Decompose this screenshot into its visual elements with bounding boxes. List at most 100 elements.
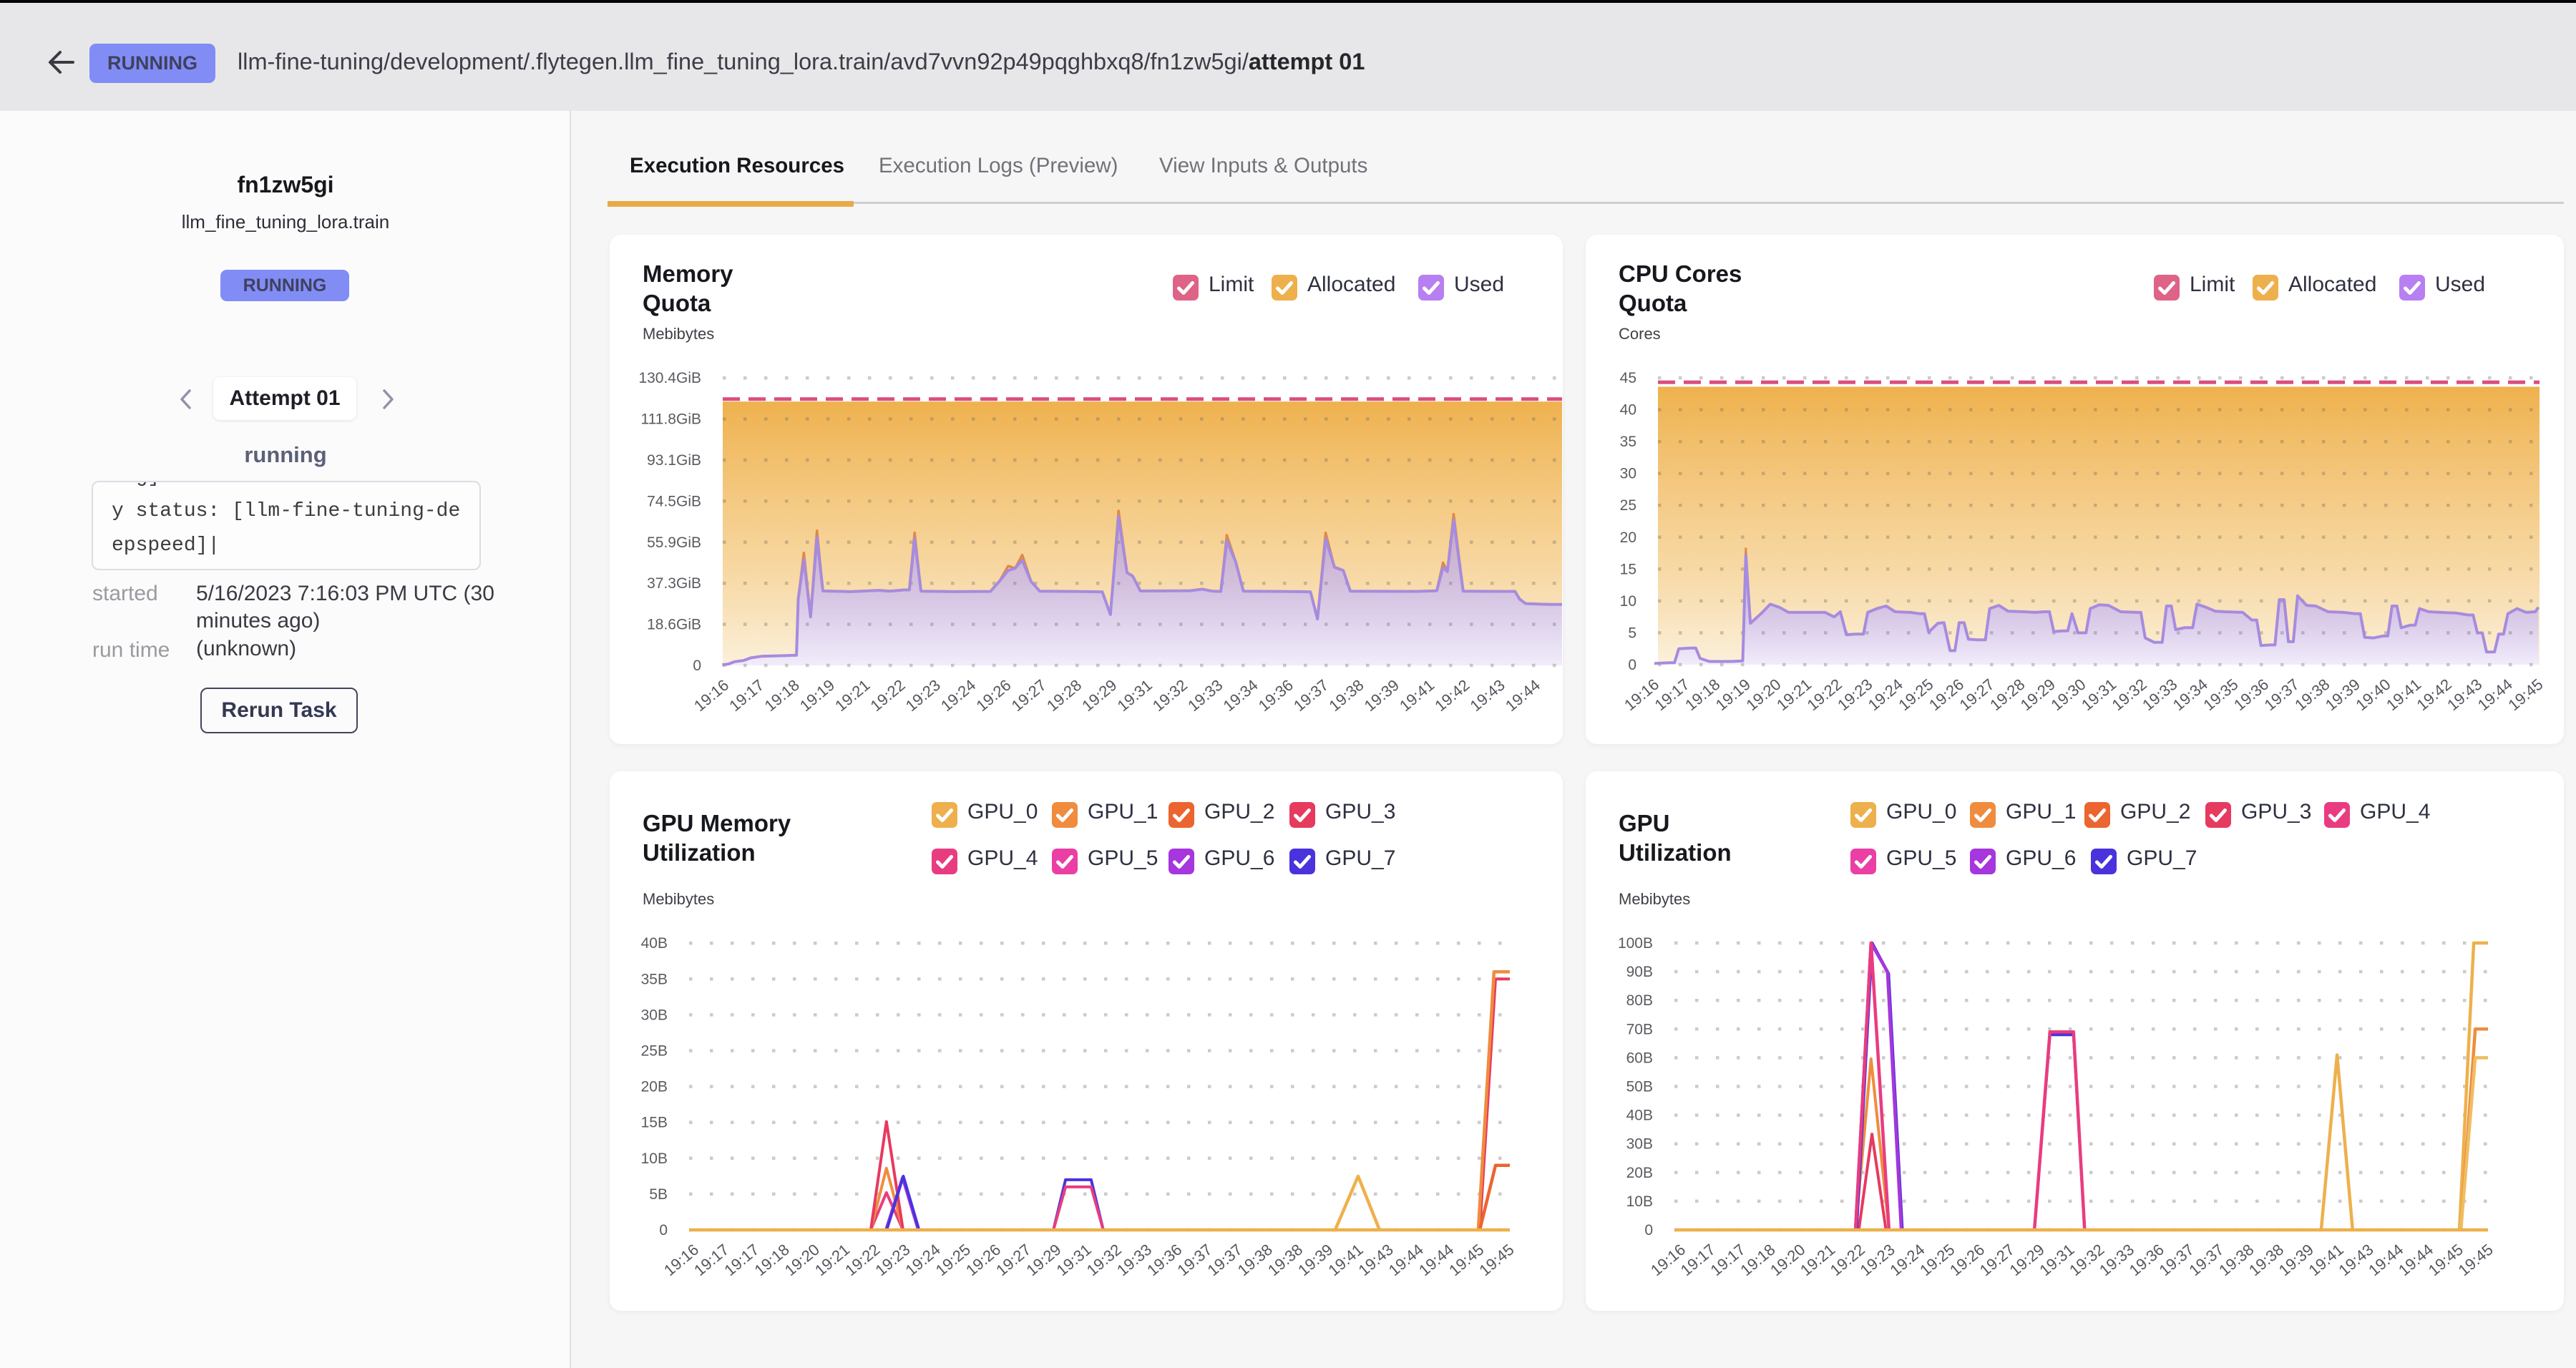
svg-text:19:27: 19:27	[1976, 1241, 2018, 1280]
svg-text:19:23: 19:23	[902, 676, 944, 715]
svg-text:19:20: 19:20	[1767, 1241, 1808, 1280]
svg-text:19:23: 19:23	[1857, 1241, 1898, 1280]
svg-text:19:43: 19:43	[2444, 675, 2485, 715]
svg-text:40B: 40B	[1626, 1108, 1653, 1124]
svg-text:60B: 60B	[1626, 1050, 1653, 1066]
svg-text:5: 5	[1628, 625, 1636, 642]
svg-text:19:26: 19:26	[962, 1241, 1004, 1280]
svg-text:19:28: 19:28	[1043, 676, 1085, 715]
svg-text:19:31: 19:31	[1114, 676, 1156, 715]
svg-text:19:18: 19:18	[1682, 675, 1723, 715]
svg-text:10B: 10B	[641, 1150, 668, 1167]
svg-text:19:16: 19:16	[1647, 1241, 1689, 1280]
svg-text:19:33: 19:33	[2139, 675, 2180, 715]
svg-text:19:21: 19:21	[1773, 675, 1815, 715]
svg-text:19:34: 19:34	[1219, 676, 1261, 715]
svg-text:19:33: 19:33	[1184, 676, 1226, 715]
svg-text:19:44: 19:44	[1385, 1241, 1427, 1280]
svg-text:10B: 10B	[1626, 1193, 1653, 1210]
svg-text:19:17: 19:17	[1677, 1241, 1719, 1280]
svg-text:19:17: 19:17	[726, 676, 767, 715]
svg-text:19:39: 19:39	[2275, 1241, 2317, 1280]
svg-text:10: 10	[1620, 593, 1636, 610]
svg-text:19:21: 19:21	[1797, 1241, 1838, 1280]
svg-text:19:21: 19:21	[831, 676, 873, 715]
svg-text:19:36: 19:36	[1143, 1241, 1185, 1280]
svg-text:19:24: 19:24	[1865, 675, 1906, 715]
svg-text:19:17: 19:17	[721, 1241, 762, 1280]
svg-text:19:25: 19:25	[1916, 1241, 1958, 1280]
svg-text:19:37: 19:37	[2261, 675, 2303, 715]
svg-text:19:38: 19:38	[1264, 1241, 1306, 1280]
svg-text:19:37: 19:37	[1174, 1241, 1215, 1280]
svg-text:19:45: 19:45	[1445, 1241, 1487, 1280]
svg-text:19:37: 19:37	[2185, 1241, 2227, 1280]
svg-text:19:44: 19:44	[2474, 675, 2516, 715]
svg-text:19:31: 19:31	[2078, 675, 2119, 715]
svg-text:19:25: 19:25	[932, 1241, 974, 1280]
svg-text:19:27: 19:27	[1008, 676, 1050, 715]
svg-text:19:41: 19:41	[2383, 675, 2424, 715]
svg-text:50B: 50B	[1626, 1079, 1653, 1095]
svg-text:19:36: 19:36	[2230, 675, 2272, 715]
svg-text:93.1GiB: 93.1GiB	[647, 452, 701, 469]
svg-text:19:39: 19:39	[1361, 676, 1402, 715]
svg-text:19:33: 19:33	[2096, 1241, 2137, 1280]
svg-text:19:25: 19:25	[1895, 675, 1936, 715]
svg-text:19:22: 19:22	[1804, 675, 1845, 715]
svg-text:0: 0	[1628, 657, 1636, 673]
svg-text:19:30: 19:30	[2047, 675, 2089, 715]
svg-text:19:18: 19:18	[761, 676, 803, 715]
svg-text:19:38: 19:38	[1325, 676, 1367, 715]
svg-text:30B: 30B	[641, 1007, 668, 1023]
svg-text:19:24: 19:24	[902, 1241, 944, 1280]
svg-text:19:22: 19:22	[841, 1241, 883, 1280]
svg-text:35B: 35B	[641, 971, 668, 987]
svg-text:40B: 40B	[641, 935, 668, 952]
svg-text:19:45: 19:45	[2425, 1241, 2467, 1280]
svg-text:19:20: 19:20	[781, 1241, 823, 1280]
svg-text:19:44: 19:44	[1415, 1241, 1457, 1280]
svg-text:19:42: 19:42	[1431, 676, 1473, 715]
svg-text:19:44: 19:44	[2395, 1241, 2436, 1280]
svg-text:19:17: 19:17	[691, 1241, 732, 1280]
svg-text:19:45: 19:45	[2455, 1241, 2497, 1280]
svg-text:19:37: 19:37	[1290, 676, 1332, 715]
svg-text:19:38: 19:38	[1234, 1241, 1276, 1280]
svg-text:19:41: 19:41	[1324, 1241, 1366, 1280]
svg-text:19:31: 19:31	[1053, 1241, 1095, 1280]
svg-text:20B: 20B	[1626, 1165, 1653, 1181]
svg-text:5B: 5B	[649, 1186, 668, 1203]
svg-text:0: 0	[1644, 1222, 1653, 1238]
svg-text:19:19: 19:19	[1712, 675, 1754, 715]
svg-text:19:17: 19:17	[1652, 675, 1693, 715]
svg-text:20: 20	[1620, 529, 1636, 546]
svg-text:45: 45	[1620, 370, 1636, 386]
svg-text:19:34: 19:34	[2170, 675, 2211, 715]
svg-text:19:24: 19:24	[1886, 1241, 1928, 1280]
svg-text:19:21: 19:21	[811, 1241, 853, 1280]
svg-text:19:43: 19:43	[1467, 676, 1508, 715]
svg-text:19:37: 19:37	[2156, 1241, 2197, 1280]
svg-text:19:38: 19:38	[2291, 675, 2333, 715]
svg-text:80B: 80B	[1626, 992, 1653, 1009]
svg-text:19:41: 19:41	[2306, 1241, 2347, 1280]
svg-text:19:36: 19:36	[1255, 676, 1297, 715]
svg-text:19:16: 19:16	[1621, 675, 1662, 715]
svg-text:55.9GiB: 55.9GiB	[647, 534, 701, 551]
svg-text:90B: 90B	[1626, 964, 1653, 980]
svg-text:19:26: 19:26	[1926, 675, 1967, 715]
svg-text:19:31: 19:31	[2036, 1241, 2077, 1280]
svg-text:19:17: 19:17	[1707, 1241, 1749, 1280]
svg-text:19:28: 19:28	[1986, 675, 2028, 715]
svg-text:74.5GiB: 74.5GiB	[647, 493, 701, 509]
svg-text:19:36: 19:36	[2126, 1241, 2167, 1280]
svg-text:19:32: 19:32	[1083, 1241, 1125, 1280]
svg-text:19:27: 19:27	[1956, 675, 1998, 715]
svg-text:19:42: 19:42	[2414, 675, 2455, 715]
svg-text:19:27: 19:27	[992, 1241, 1034, 1280]
svg-text:30B: 30B	[1626, 1136, 1653, 1153]
svg-text:19:39: 19:39	[2322, 675, 2363, 715]
svg-text:40: 40	[1620, 402, 1636, 419]
svg-text:19:22: 19:22	[1827, 1241, 1868, 1280]
